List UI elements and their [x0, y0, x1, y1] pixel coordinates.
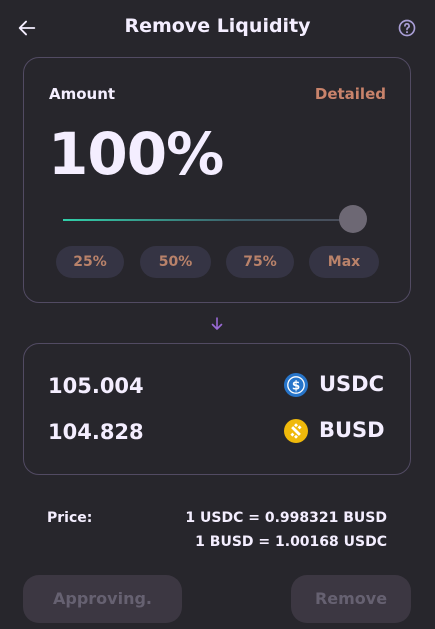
- token-amount: 104.828: [48, 420, 144, 444]
- question-circle-icon[interactable]: [397, 18, 417, 38]
- price-busd-usdc: 1 BUSD = 1.00168 USDC: [195, 534, 387, 550]
- max-button[interactable]: Max: [309, 246, 379, 278]
- price-label: Price:: [47, 510, 93, 526]
- header: Remove Liquidity: [0, 0, 435, 56]
- percent-25-button[interactable]: 25%: [56, 246, 124, 278]
- token-symbol: BUSD: [319, 418, 385, 442]
- busd-icon: [284, 419, 308, 443]
- token-symbol: USDC: [319, 372, 385, 396]
- remove-button[interactable]: Remove: [291, 575, 411, 623]
- slider-thumb[interactable]: [339, 205, 367, 233]
- approving-button[interactable]: Approving.: [23, 575, 182, 623]
- usdc-icon: $: [284, 373, 308, 397]
- amount-label: Amount: [49, 85, 116, 103]
- arrow-down-icon: [211, 317, 223, 330]
- token-row-usdc: 105.004 $ USDC: [24, 371, 412, 401]
- percent-75-button[interactable]: 75%: [226, 246, 294, 278]
- amount-percent: 100%: [48, 120, 224, 188]
- token-row-busd: 104.828 BUSD: [24, 417, 412, 447]
- receive-card: 105.004 $ USDC 104.828 BUSD: [23, 343, 411, 475]
- svg-text:$: $: [292, 378, 300, 392]
- amount-card: Amount Detailed 100% 25% 50% 75% Max: [23, 57, 411, 303]
- percent-50-button[interactable]: 50%: [140, 246, 211, 278]
- detailed-toggle[interactable]: Detailed: [315, 85, 386, 103]
- price-usdc-busd: 1 USDC = 0.998321 BUSD: [185, 510, 387, 526]
- page-title: Remove Liquidity: [124, 15, 311, 37]
- token-amount: 105.004: [48, 374, 144, 398]
- slider-track[interactable]: [63, 219, 353, 221]
